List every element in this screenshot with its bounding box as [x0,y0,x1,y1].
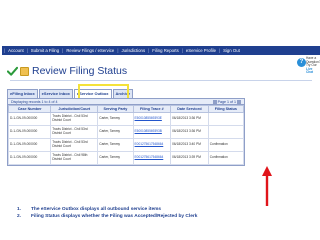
filing-trace-link[interactable]: E001275617548664 [132,151,172,165]
nav-separator: | [26,48,28,53]
col-date-serviced[interactable]: Date Serviced [170,105,209,113]
nav-separator: | [148,48,150,53]
note-text: The eService Outbox displays all outboun… [31,207,162,212]
col-filing-status[interactable]: Filing Status [207,105,245,113]
folder-icon [20,66,29,76]
top-nav: | Account | Submit a Filing | Review Fil… [2,46,320,55]
title-divider [10,80,312,81]
nav-separator: | [218,48,221,53]
table-row[interactable]: D-1-GN-09-000000 Travis District - Civil… [7,138,245,152]
notes-list: 1. The eService Outbox displays all outbo… [17,206,317,220]
filing-grid: Displaying records 1 to 4 of 4 Page 1 of… [7,98,245,166]
question-icon: ? [297,58,306,67]
case-number: D-1-GN-09-000000 [7,138,52,152]
table-row[interactable]: D-1-GN-09-000000 Travis District - Civil… [7,112,245,126]
tab-efiling-inbox[interactable]: eFiling Inbox [7,89,38,98]
col-serving-party[interactable]: Serving Party [97,105,134,113]
prev-page-icon[interactable] [212,99,217,104]
serving-party: Carter, Tammy [97,138,134,152]
tab-eservice-inbox[interactable]: eService Inbox [38,89,73,98]
serving-party: Carter, Tammy [97,125,134,139]
pager: Page 1 of 1 [212,99,241,104]
filing-status [207,125,245,139]
col-case-number[interactable]: Case Number [7,105,52,113]
filing-trace-link[interactable]: E5001085569393B [132,125,172,139]
checkmark-icon [7,66,18,76]
nav-filing-reports[interactable]: Filing Reports [152,46,179,55]
filing-status: Confirmation [207,138,245,152]
col-jurisdiction[interactable]: Jurisdiction/Court [50,105,99,113]
case-number: D-1-GN-09-000000 [7,112,52,126]
note-item: 2. Filing Status displays whether the Fil… [17,213,317,220]
case-number: D-1-GN-09-000000 [7,151,52,165]
date-serviced: 06/18/2013 3:36 PM [170,112,209,126]
table-row[interactable]: D-1-GN-09-000000 Travis District - Civil… [7,125,245,139]
nav-eservice-profile[interactable]: eService Profile [186,46,216,55]
jurisdiction: Travis District - Civil 53rd District Co… [50,125,99,139]
page-indicator: Page 1 of 1 [217,99,236,104]
serving-party: Carter, Tammy [97,151,134,165]
live-chat-widget[interactable]: ? Have a Question? Try Our Live Chat [297,56,320,76]
jurisdiction: Travis District - Civil 98th District Co… [50,151,99,165]
nav-separator: | [117,48,119,53]
filing-status: Confirmation [207,151,245,165]
nav-separator: | [62,48,64,53]
serving-party: Carter, Tammy [97,112,134,126]
filing-table: Case Number Jurisdiction/Court Serving P… [7,105,245,165]
table-row[interactable]: D-1-GN-09-000000 Travis District - Civil… [7,151,245,165]
note-item: 1. The eService Outbox displays all outbo… [17,206,317,213]
table-header-row: Case Number Jurisdiction/Court Serving P… [7,105,245,113]
nav-sign-out[interactable]: Sign Out [223,46,240,55]
record-count: Displaying records 1 to 4 of 4 [11,100,58,104]
filing-trace-link[interactable]: E001275617548664 [132,138,172,152]
date-serviced: 06/18/2013 3:40 PM [170,138,209,152]
date-serviced: 06/18/2013 3:39 PM [170,151,209,165]
nav-separator: | [181,48,183,53]
red-arrow-icon [262,166,272,206]
title-row: Review Filing Status [7,63,127,79]
note-number: 1. [17,207,22,212]
jurisdiction: Travis District - Civil 53rd District Co… [50,112,99,126]
nav-jurisdictions[interactable]: Jurisdictions [121,46,145,55]
nav-submit-filing[interactable]: Submit a Filing [31,46,59,55]
col-filing-trace[interactable]: Filing Trace # [132,105,172,113]
filing-status [207,112,245,126]
jurisdiction: Travis District - Civil 53rd District Co… [50,138,99,152]
live-chat-text: Have a Question? Try Our Live Chat [306,56,320,75]
help-line-3: Live Chat [306,66,314,75]
date-serviced: 06/18/2013 3:36 PM [170,125,209,139]
note-number: 2. [17,214,22,219]
filing-trace-link[interactable]: E5001085569393E [132,112,172,126]
next-page-icon[interactable] [237,99,241,104]
nav-account[interactable]: Account [8,46,24,55]
nav-review-filings[interactable]: Review Filings / eService [66,46,114,55]
note-text: Filing Status displays whether the Filin… [31,214,198,219]
nav-separator: | [4,48,6,53]
page-title: Review Filing Status [32,65,128,77]
case-number: D-1-GN-09-000000 [7,125,52,139]
